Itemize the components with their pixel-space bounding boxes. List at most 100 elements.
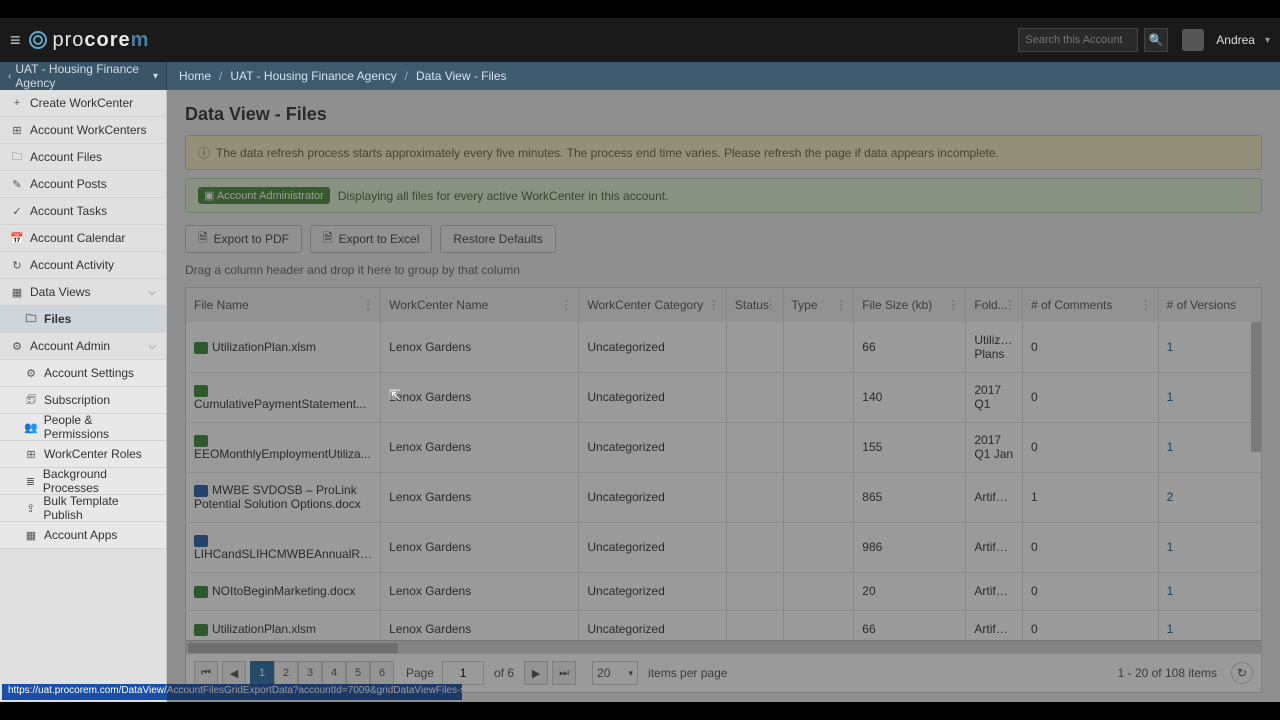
file-name-cell[interactable]: EEOMonthlyEmploymentUtiliza... bbox=[186, 422, 381, 472]
pager-per-page: items per page bbox=[648, 666, 727, 680]
sidebar-admin[interactable]: ⚙Account Admin⌵ bbox=[0, 333, 166, 360]
column-header[interactable]: # of Comments⋮ bbox=[1022, 288, 1158, 322]
table-row[interactable]: EEOMonthlyEmploymentUtiliza... Lenox Gar… bbox=[186, 422, 1261, 472]
crumb-account[interactable]: UAT - Housing Finance Agency bbox=[230, 69, 396, 83]
refresh-button[interactable]: ↻ bbox=[1231, 662, 1253, 684]
file-name-cell[interactable]: UtilizationPlan.xlsm bbox=[186, 322, 381, 372]
pager-page[interactable]: 5 bbox=[346, 661, 370, 685]
column-header[interactable]: # of Versions⋮ bbox=[1158, 288, 1261, 322]
table-row[interactable]: UtilizationPlan.xlsm Lenox Gardens Uncat… bbox=[186, 610, 1261, 640]
sidebar-admin-item[interactable]: 👥People & Permissions bbox=[0, 414, 166, 441]
sidebar-item[interactable]: ↻Account Activity bbox=[0, 252, 166, 279]
file-name-cell[interactable]: LIHCandSLIHCMWBEAnnualRe... bbox=[186, 522, 381, 572]
sidebar-admin-item[interactable]: ⊞WorkCenter Roles bbox=[0, 441, 166, 468]
alert-admin: ▣ Account Administrator Displaying all f… bbox=[185, 178, 1262, 213]
crumb-home[interactable]: Home bbox=[179, 69, 211, 83]
sidebar-icon: + bbox=[10, 97, 24, 109]
username[interactable]: Andrea bbox=[1216, 33, 1255, 47]
toolbar: 🗎Export to PDF 🗎Export to Excel Restore … bbox=[167, 225, 1280, 263]
file-name-cell[interactable]: UtilizationPlan.xlsm bbox=[186, 610, 381, 640]
sidebar-icon: 🗊 bbox=[24, 391, 38, 410]
excel-icon: 🗎 bbox=[323, 229, 333, 250]
file-icon bbox=[194, 342, 208, 354]
file-icon bbox=[194, 586, 208, 598]
sidebar-admin-item[interactable]: 🗊Subscription bbox=[0, 387, 166, 414]
column-header[interactable]: WorkCenter Name⋮ bbox=[381, 288, 579, 322]
sidebar-admin-item[interactable]: ⇪Bulk Template Publish bbox=[0, 495, 166, 522]
table-row[interactable]: CumulativePaymentStatement... Lenox Gard… bbox=[186, 372, 1261, 422]
vertical-scrollbar[interactable] bbox=[1251, 322, 1261, 452]
column-menu-icon[interactable]: ⋮ bbox=[708, 298, 720, 312]
sidebar-item[interactable]: 📅Account Calendar bbox=[0, 225, 166, 252]
column-menu-icon[interactable]: ⋮ bbox=[362, 298, 374, 312]
column-header[interactable]: Fold...⋮ bbox=[966, 288, 1023, 322]
pager-page[interactable]: 2 bbox=[274, 661, 298, 685]
group-hint[interactable]: Drag a column header and drop it here to… bbox=[167, 263, 1280, 287]
sidebar-item[interactable]: ✎Account Posts bbox=[0, 171, 166, 198]
pager-page[interactable]: 3 bbox=[298, 661, 322, 685]
table-row[interactable]: UtilizationPlan.xlsm Lenox Gardens Uncat… bbox=[186, 322, 1261, 372]
export-excel-button[interactable]: 🗎Export to Excel bbox=[310, 225, 432, 253]
sidebar-icon: 📅 bbox=[10, 232, 24, 245]
pager-page[interactable]: 4 bbox=[322, 661, 346, 685]
sidebar-dataviews[interactable]: ▦Data Views⌵ bbox=[0, 279, 166, 306]
column-menu-icon[interactable]: ⋮ bbox=[947, 298, 959, 312]
sidebar-icon: ▦ bbox=[24, 529, 38, 542]
table-row[interactable]: NOItoBeginMarketing.docx Lenox Gardens U… bbox=[186, 572, 1261, 610]
export-pdf-button[interactable]: 🗎Export to PDF bbox=[185, 225, 302, 253]
column-menu-icon[interactable]: ⋮ bbox=[765, 298, 777, 312]
column-header[interactable]: Status⋮ bbox=[726, 288, 783, 322]
sidebar-item[interactable]: ⊞Account WorkCenters bbox=[0, 117, 166, 144]
file-icon bbox=[194, 435, 208, 447]
pager-summary: 1 - 20 of 108 items bbox=[1118, 666, 1217, 680]
chevron-down-icon: ▾ bbox=[629, 668, 634, 679]
table-row[interactable]: LIHCandSLIHCMWBEAnnualRe... Lenox Garden… bbox=[186, 522, 1261, 572]
topbar: ≡ procorem 🔍 Andrea ▾ bbox=[0, 18, 1280, 62]
sidebar-icon: ⊞ bbox=[24, 448, 38, 461]
column-menu-icon[interactable]: ⋮ bbox=[560, 298, 572, 312]
file-name-cell[interactable]: MWBE SVDOSB – ProLink Potential Solution… bbox=[186, 472, 381, 522]
pager-page[interactable]: 6 bbox=[370, 661, 394, 685]
file-icon bbox=[194, 624, 208, 636]
file-name-cell[interactable]: CumulativePaymentStatement... bbox=[186, 372, 381, 422]
column-header[interactable]: Type⋮ bbox=[783, 288, 854, 322]
pager-page-input[interactable] bbox=[442, 661, 484, 685]
sidebar-admin-item[interactable]: ▦Account Apps bbox=[0, 522, 166, 549]
hamburger-icon[interactable]: ≡ bbox=[10, 30, 21, 51]
sidebar-icon: ⚙ bbox=[24, 367, 38, 380]
search-input[interactable] bbox=[1018, 28, 1138, 52]
avatar[interactable] bbox=[1182, 29, 1204, 51]
restore-defaults-button[interactable]: Restore Defaults bbox=[440, 225, 555, 253]
chevron-down-icon[interactable]: ▾ bbox=[1265, 35, 1270, 46]
pager-page[interactable]: 1 bbox=[250, 661, 274, 685]
file-name-cell[interactable]: NOItoBeginMarketing.docx bbox=[186, 572, 381, 610]
pager-size-select[interactable]: 20▾ bbox=[592, 661, 638, 685]
sidebar-files[interactable]: 🗀Files bbox=[0, 306, 166, 333]
column-menu-icon[interactable]: ⋮ bbox=[1004, 298, 1016, 312]
sidebar-admin-item[interactable]: ⚙Account Settings bbox=[0, 360, 166, 387]
pager-first[interactable]: ⏮ bbox=[194, 661, 218, 685]
column-menu-icon[interactable]: ⋮ bbox=[1140, 298, 1152, 312]
column-menu-icon[interactable]: ⋮ bbox=[835, 298, 847, 312]
file-icon bbox=[194, 485, 208, 497]
sidebar-admin-item[interactable]: ≣Background Processes bbox=[0, 468, 166, 495]
horizontal-scrollbar[interactable] bbox=[186, 640, 1261, 654]
sidebar-item[interactable]: ✓Account Tasks bbox=[0, 198, 166, 225]
sidebar-icon: ⊞ bbox=[10, 124, 24, 137]
column-header[interactable]: WorkCenter Category⋮ bbox=[579, 288, 726, 322]
pager-of: of 6 bbox=[494, 666, 514, 680]
column-header[interactable]: File Size (kb)⋮ bbox=[854, 288, 966, 322]
search-button[interactable]: 🔍 bbox=[1144, 28, 1168, 52]
status-bar: https://uat.procorem.com/DataView/Accoun… bbox=[2, 684, 462, 700]
logo[interactable]: procorem bbox=[29, 29, 150, 52]
pager-prev[interactable]: ◀ bbox=[222, 661, 246, 685]
pager-next[interactable]: ▶ bbox=[524, 661, 548, 685]
column-header[interactable]: File Name⋮ bbox=[186, 288, 381, 322]
sidebar-item[interactable]: 🗀Account Files bbox=[0, 144, 166, 171]
pager-last[interactable]: ⏭ bbox=[552, 661, 576, 685]
table-row[interactable]: MWBE SVDOSB – ProLink Potential Solution… bbox=[186, 472, 1261, 522]
sidebar-item[interactable]: +Create WorkCenter bbox=[0, 90, 166, 117]
account-switcher[interactable]: ‹ UAT - Housing Finance Agency ▾ bbox=[0, 62, 167, 90]
table-icon: ▦ bbox=[10, 286, 24, 299]
crumb-page[interactable]: Data View - Files bbox=[416, 69, 506, 83]
